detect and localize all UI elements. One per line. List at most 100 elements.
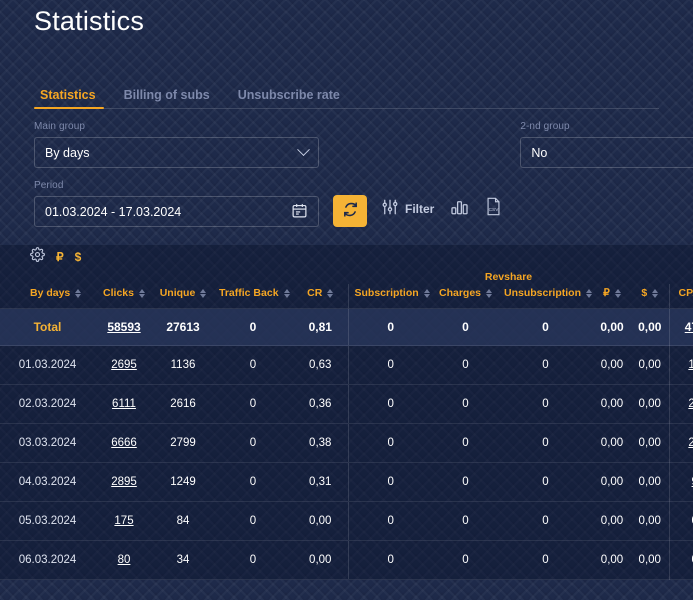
cell-unsubscription: 0 (498, 384, 593, 424)
clicks-link[interactable]: 58593 (107, 320, 140, 334)
table-row-total: Total 58593 27613 0 0,81 0 0 0 0,00 0,00… (0, 308, 693, 346)
cell-rub: 0,00 (593, 501, 631, 541)
column-header-subscription[interactable]: Subscription (347, 284, 433, 309)
cell-unique: 2799 (153, 423, 213, 463)
tab-billing-of-subs[interactable]: Billing of subs (110, 84, 224, 109)
cell-unsubscription: 0 (498, 308, 593, 346)
column-header-unsubscription[interactable]: Unsubscription (498, 284, 593, 309)
cell-cpa: 9 (669, 462, 693, 502)
cell-by-days: 02.03.2024 (0, 384, 95, 424)
column-label: Traffic Back (219, 287, 279, 299)
cell-cpa: 0 (669, 501, 693, 541)
sort-icon[interactable] (652, 288, 659, 298)
column-header-by-days[interactable]: By days (0, 284, 95, 309)
cell-clicks: 80 (95, 540, 153, 580)
column-header-traffic-back[interactable]: Traffic Back (213, 284, 293, 309)
tab-statistics[interactable]: Statistics (34, 84, 110, 109)
cell-usd: 0,00 (631, 423, 670, 463)
sort-icon[interactable] (327, 288, 334, 298)
sort-icon[interactable] (423, 288, 430, 298)
cell-subscription: 0 (347, 308, 433, 346)
tab-unsubscribe-rate[interactable]: Unsubscribe rate (224, 84, 354, 109)
cell-cpa: 25 (669, 423, 693, 463)
column-header-clicks[interactable]: Clicks (95, 284, 153, 309)
sort-icon[interactable] (283, 288, 290, 298)
statistics-table-container: ₽ $ Revshare By days Clicks Unique Traff… (0, 245, 693, 580)
sort-icon[interactable] (75, 288, 82, 298)
cpa-link[interactable]: 473 (685, 320, 693, 334)
column-label: Unique (159, 287, 196, 299)
second-group-label: 2-nd group (520, 121, 570, 132)
sort-icon[interactable] (200, 288, 207, 298)
cell-charges: 0 (433, 308, 498, 346)
cell-unsubscription: 0 (498, 423, 593, 463)
bar-chart-icon (450, 198, 469, 221)
cell-traffic-back: 0 (213, 345, 293, 385)
filter-button[interactable]: Filter (381, 198, 434, 221)
cell-subscription: 0 (347, 501, 433, 541)
clicks-link[interactable]: 80 (118, 554, 131, 566)
group-header-revshare: Revshare (484, 271, 533, 283)
cell-traffic-back: 0 (213, 462, 293, 502)
table-row: 01.03.2024 2695 1136 0 0,63 0 0 0 0,00 0… (0, 345, 693, 385)
column-label: CPA (678, 287, 693, 299)
cell-cpa: 473 (669, 308, 693, 346)
tab-billing-of-subs-label: Billing of subs (123, 88, 210, 102)
table-row: 06.03.2024 80 34 0 0,00 0 0 0 0,00 0,00 … (0, 540, 693, 580)
cell-subscription: 0 (347, 384, 433, 424)
table-column-header-row: By days Clicks Unique Traffic Back CR Su… (0, 284, 693, 309)
cell-by-days: 04.03.2024 (0, 462, 95, 502)
sort-icon[interactable] (614, 288, 621, 298)
cell-cr: 0,00 (293, 501, 348, 541)
column-label: ₽ (603, 287, 610, 299)
table-row: 05.03.2024 175 84 0 0,00 0 0 0 0,00 0,00… (0, 501, 693, 541)
column-header-usd[interactable]: $ (631, 284, 670, 309)
cpa-link[interactable]: 17 (688, 359, 693, 371)
cell-charges: 0 (433, 462, 498, 502)
chart-button[interactable] (450, 198, 469, 221)
column-header-rub[interactable]: ₽ (593, 284, 631, 309)
column-header-charges[interactable]: Charges (433, 284, 498, 309)
cell-subscription: 0 (347, 540, 433, 580)
sort-icon[interactable] (486, 288, 493, 298)
gear-icon[interactable] (30, 247, 45, 267)
currency-usd-toggle[interactable]: $ (75, 250, 82, 264)
clicks-link[interactable]: 6666 (111, 437, 137, 449)
sort-icon[interactable] (138, 288, 145, 298)
filter-bar: Main group By days Period 01.03.2024 - 1… (0, 109, 693, 227)
tab-bar: Statistics Billing of subs Unsubscribe r… (0, 84, 693, 109)
column-header-cr[interactable]: CR (293, 284, 348, 309)
currency-rub-toggle[interactable]: ₽ (56, 250, 64, 264)
cell-unique: 2616 (153, 384, 213, 424)
cell-cpa: 17 (669, 345, 693, 385)
cell-traffic-back: 0 (213, 384, 293, 424)
main-group-label: Main group (34, 121, 86, 132)
table-row: 03.03.2024 6666 2799 0 0,38 0 0 0 0,00 0… (0, 423, 693, 463)
clicks-link[interactable]: 2895 (111, 476, 137, 488)
second-group-select[interactable]: No (520, 137, 693, 168)
period-input[interactable]: 01.03.2024 - 17.03.2024 (34, 196, 319, 227)
column-label: $ (641, 287, 648, 299)
clicks-link[interactable]: 175 (114, 515, 133, 527)
cell-by-days: 01.03.2024 (0, 345, 95, 385)
cell-cr: 0,36 (293, 384, 348, 424)
clicks-link[interactable]: 6111 (112, 398, 136, 410)
table-actions: Filter CSV (381, 197, 502, 227)
cell-unique: 27613 (153, 308, 213, 346)
chevron-down-icon (297, 143, 310, 157)
cpa-link[interactable]: 22 (688, 398, 693, 410)
period-label: Period (34, 180, 64, 191)
export-csv-button[interactable]: CSV (485, 197, 502, 221)
column-header-cpa[interactable]: CPA (669, 284, 693, 309)
refresh-button[interactable] (333, 195, 367, 227)
main-group-select[interactable]: By days (34, 137, 319, 168)
cell-traffic-back: 0 (213, 308, 293, 346)
clicks-link[interactable]: 2695 (111, 359, 137, 371)
cell-rub: 0,00 (593, 345, 631, 385)
cpa-link[interactable]: 25 (688, 437, 693, 449)
cell-by-days: 06.03.2024 (0, 540, 95, 580)
sort-icon[interactable] (586, 288, 593, 298)
cell-charges: 0 (433, 501, 498, 541)
column-label: By days (30, 287, 71, 299)
column-header-unique[interactable]: Unique (153, 284, 213, 309)
